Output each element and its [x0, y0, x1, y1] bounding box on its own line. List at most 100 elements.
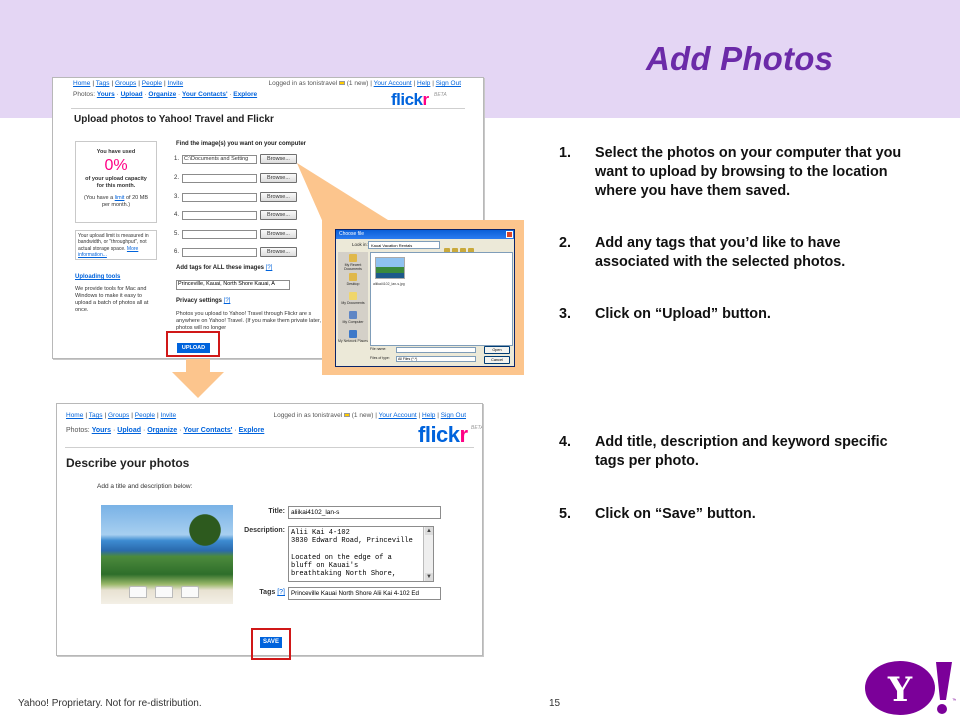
sign-out-link[interactable]: Sign Out	[441, 412, 466, 419]
palm-tree	[181, 510, 229, 560]
nav-groups-link[interactable]: Groups	[108, 412, 129, 419]
slide-title: Add Photos	[646, 40, 834, 77]
place-my-computer[interactable]: My Computer	[338, 311, 368, 328]
place-desktop[interactable]: Desktop	[338, 273, 368, 290]
photos-upload-link[interactable]: Upload	[121, 91, 143, 98]
flickr-logo[interactable]: flickr	[418, 422, 468, 448]
beta-badge: BETA	[434, 92, 447, 98]
nav-home-link[interactable]: Home	[73, 80, 90, 87]
browse-button[interactable]: Browse...	[260, 229, 297, 239]
mail-icon[interactable]	[343, 413, 350, 418]
photo-thumbnail	[101, 505, 233, 604]
file-path-input[interactable]	[182, 230, 257, 239]
documents-icon	[349, 292, 357, 300]
privacy-heading: Privacy settings [?]	[176, 298, 230, 304]
usage-note-a: (You have a	[83, 194, 114, 201]
mail-icon[interactable]	[338, 81, 345, 86]
file-num: 3.	[174, 194, 180, 200]
photo-file-thumbnail[interactable]	[375, 257, 405, 279]
description-scrollbar[interactable]: ▲ ▼	[423, 527, 433, 581]
place-recent[interactable]: My Recent Documents	[338, 254, 368, 271]
describe-page-heading: Describe your photos	[66, 456, 190, 470]
nav-invite-link[interactable]: Invite	[168, 80, 184, 87]
tags-label-text: Tags	[259, 589, 276, 596]
photos-organize-link[interactable]: Organize	[148, 91, 176, 98]
help-link[interactable]: Help	[417, 80, 430, 87]
upload-page-heading: Upload photos to Yahoo! Travel and Flick…	[74, 114, 274, 125]
help-link[interactable]: Help	[422, 412, 435, 419]
nav-people-link[interactable]: People	[142, 80, 162, 87]
place-label: My Network Places	[338, 339, 368, 343]
photo-file-name[interactable]: aliikai4102_lan-s.jpg	[373, 282, 405, 286]
usage-line2: of your upload capacity for this month.	[85, 176, 147, 190]
browse-button[interactable]: Browse...	[260, 154, 297, 164]
file-list: aliikai4102_lan-s.jpg	[370, 252, 513, 346]
close-icon[interactable]	[506, 231, 513, 238]
tags-label: Tags [?]	[243, 589, 285, 596]
limit-link[interactable]: limit	[115, 195, 125, 201]
chair	[129, 586, 147, 598]
browse-button[interactable]: Browse...	[260, 192, 297, 202]
nav-invite-link[interactable]: Invite	[161, 412, 177, 419]
description-textarea[interactable]: Alii Kai 4-102 3830 Edward Road, Princev…	[288, 526, 434, 582]
your-account-link[interactable]: Your Account	[374, 80, 412, 87]
browse-button[interactable]: Browse...	[260, 173, 297, 183]
flickr-describe-screenshot: Home | Tags | Groups | People | Invite Logge…	[56, 403, 483, 656]
logged-in-text: Logged in as tonistravel	[273, 412, 343, 419]
tags-help-link[interactable]: [?]	[277, 589, 285, 596]
file-path-input[interactable]	[182, 174, 257, 183]
nav-tags-link[interactable]: Tags	[89, 412, 103, 419]
file-name-input[interactable]	[396, 347, 476, 353]
place-network[interactable]: My Network Places	[338, 330, 368, 347]
step-text: Click on “Upload” button.	[595, 306, 771, 322]
sign-out-link[interactable]: Sign Out	[436, 80, 461, 87]
look-in-label: Look in:	[352, 242, 368, 247]
look-in-select[interactable]: Kauai Vacation Rentals	[368, 241, 440, 249]
nav-groups-link[interactable]: Groups	[115, 80, 136, 87]
logged-in-text: Logged in as tonistravel	[268, 80, 338, 87]
flickr-logo[interactable]: flickr	[391, 90, 429, 110]
browse-button[interactable]: Browse...	[260, 247, 297, 257]
photos-upload-link[interactable]: Upload	[117, 427, 141, 434]
place-label: My Computer	[342, 320, 364, 324]
file-path-input[interactable]	[182, 248, 257, 257]
file-path-input[interactable]	[182, 193, 257, 202]
mail-count: (1 new)	[351, 412, 374, 419]
nav-tags-link[interactable]: Tags	[96, 80, 110, 87]
uploading-tools-link[interactable]: Uploading tools	[75, 274, 120, 280]
file-path-input[interactable]	[182, 211, 257, 220]
flickr-logo-flick: flick	[418, 422, 460, 447]
privacy-help-link[interactable]: [?]	[224, 298, 231, 304]
file-row-5: 5. Browse...	[174, 229, 304, 240]
your-account-link[interactable]: Your Account	[379, 412, 417, 419]
photos-contacts-link[interactable]: Your Contacts'	[183, 427, 232, 434]
nav-home-link[interactable]: Home	[66, 412, 83, 419]
open-button[interactable]: Open	[484, 346, 510, 354]
tags-help-link[interactable]: [?]	[266, 265, 273, 271]
cancel-button[interactable]: Cancel	[484, 356, 510, 364]
photos-explore-link[interactable]: Explore	[233, 91, 257, 98]
title-input[interactable]: aliikai4102_lan-s	[288, 506, 441, 519]
photos-contacts-link[interactable]: Your Contacts'	[182, 91, 227, 98]
photos-yours-link[interactable]: Yours	[97, 91, 115, 98]
flickr-logo-r: r	[422, 90, 430, 109]
scroll-up-icon[interactable]: ▲	[425, 527, 433, 535]
file-row-1: 1. C:\Documents and Setting Browse...	[174, 154, 304, 165]
scroll-down-icon[interactable]: ▼	[425, 573, 433, 581]
file-num: 2.	[174, 175, 180, 181]
photos-yours-link[interactable]: Yours	[92, 427, 111, 434]
file-type-select[interactable]: All Files (*.*)	[396, 356, 476, 362]
browse-button[interactable]: Browse...	[260, 210, 297, 220]
file-path-input[interactable]: C:\Documents and Setting	[182, 155, 257, 164]
usage-note: (You have a limit of 20 MB per month.)	[76, 195, 156, 210]
nav-people-link[interactable]: People	[135, 412, 155, 419]
dialog-toolbar	[444, 241, 484, 254]
file-name-label: File name:	[370, 347, 387, 351]
photos-organize-link[interactable]: Organize	[147, 427, 177, 434]
tags-input[interactable]: Princeville, Kauai, North Shore Kauai, A	[176, 280, 290, 290]
divider	[65, 447, 474, 448]
step-text: Select the photos on your computer that …	[595, 145, 902, 199]
photo-tags-input[interactable]: Princeville Kauai North Shore Alii Kai 4…	[288, 587, 441, 600]
place-my-documents[interactable]: My Documents	[338, 292, 368, 309]
photos-explore-link[interactable]: Explore	[239, 427, 265, 434]
